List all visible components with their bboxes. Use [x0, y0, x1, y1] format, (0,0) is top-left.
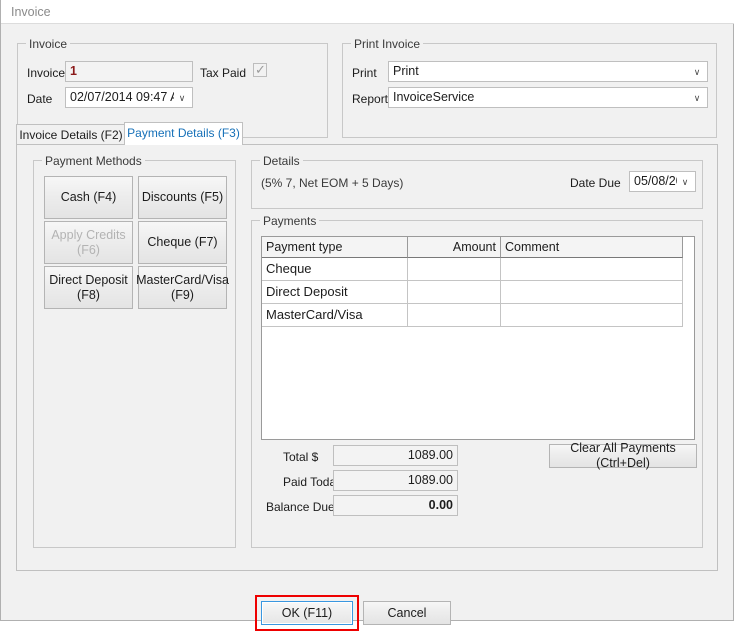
chevron-down-icon: ∨	[679, 172, 691, 192]
tax-paid-checkbox[interactable]: ✓	[253, 63, 267, 77]
payments-groupbox: Payments Payment type Amount Comment Ch	[251, 220, 703, 548]
tab-invoice-details[interactable]: Invoice Details (F2)	[16, 124, 126, 145]
date-due-label: Date Due	[570, 176, 621, 190]
print-invoice-groupbox-legend: Print Invoice	[351, 37, 423, 51]
tab-panel-payment-details: Payment Methods Cash (F4) Discounts (F5)…	[16, 144, 718, 571]
window-titlebar: Invoice	[1, 0, 734, 24]
dialog-client-area: Invoice Invoice 1 Tax Paid ✓ Date 02/07/…	[2, 25, 732, 619]
paid-today-field: 1089.00	[333, 470, 458, 491]
payment-methods-groupbox: Payment Methods Cash (F4) Discounts (F5)…	[33, 160, 236, 548]
print-label: Print	[352, 66, 377, 80]
details-groupbox: Details (5% 7, Net EOM + 5 Days) Date Du…	[251, 160, 703, 209]
chevron-down-icon: ∨	[691, 88, 703, 108]
invoice-window: Invoice Invoice Invoice 1 Tax Paid ✓ Dat…	[0, 0, 734, 621]
date-due-picker[interactable]: 05/08/2014 ∨	[629, 171, 696, 192]
balance-due-field: 0.00	[333, 495, 458, 516]
invoice-number-field[interactable]: 1	[65, 61, 193, 82]
cell-payment-type[interactable]: Direct Deposit	[262, 281, 408, 304]
invoice-date-label: Date	[27, 92, 52, 106]
details-groupbox-legend: Details	[260, 154, 303, 168]
cell-payment-type[interactable]: MasterCard/Visa	[262, 304, 408, 327]
tab-payment-details[interactable]: Payment Details (F3)	[124, 122, 243, 145]
discounts-button[interactable]: Discounts (F5)	[138, 176, 227, 219]
grid-header-filler	[683, 237, 695, 258]
cheque-button[interactable]: Cheque (F7)	[138, 221, 227, 264]
tab-control: Invoice Details (F2) Payment Details (F3…	[16, 122, 718, 571]
total-field: 1089.00	[333, 445, 458, 466]
ok-button[interactable]: OK (F11)	[261, 601, 353, 625]
cash-button[interactable]: Cash (F4)	[44, 176, 133, 219]
window-title: Invoice	[11, 5, 51, 19]
invoice-date-picker[interactable]: 02/07/2014 09:47 AM ∨	[65, 87, 193, 108]
column-header-amount[interactable]: Amount	[408, 237, 501, 258]
table-row[interactable]: Cheque	[262, 258, 694, 281]
payments-groupbox-legend: Payments	[260, 214, 319, 228]
cell-comment[interactable]	[501, 258, 683, 281]
mastercard-visa-button[interactable]: MasterCard/Visa (F9)	[138, 266, 227, 309]
payment-terms-text: (5% 7, Net EOM + 5 Days)	[261, 176, 403, 190]
date-due-value: 05/08/2014	[634, 172, 677, 191]
report-select[interactable]: InvoiceService ∨	[388, 87, 708, 108]
direct-deposit-button[interactable]: Direct Deposit (F8)	[44, 266, 133, 309]
chevron-down-icon: ∨	[691, 62, 703, 82]
print-destination-select[interactable]: Print ∨	[388, 61, 708, 82]
clear-all-payments-button[interactable]: Clear All Payments (Ctrl+Del)	[549, 444, 697, 468]
report-label: Report	[352, 92, 388, 106]
checkmark-icon: ✓	[255, 61, 266, 79]
balance-due-label: Balance Due	[266, 500, 335, 514]
cancel-button[interactable]: Cancel	[363, 601, 451, 625]
invoice-number-label: Invoice	[27, 66, 65, 80]
payments-grid[interactable]: Payment type Amount Comment Cheque	[261, 236, 695, 440]
apply-credits-button: Apply Credits (F6)	[44, 221, 133, 264]
invoice-groupbox-legend: Invoice	[26, 37, 70, 51]
cell-payment-type[interactable]: Cheque	[262, 258, 408, 281]
chevron-down-icon: ∨	[176, 88, 188, 108]
tab-invoice-details-label: Invoice Details (F2)	[19, 128, 122, 142]
table-row[interactable]: Direct Deposit	[262, 281, 694, 304]
cell-comment[interactable]	[501, 281, 683, 304]
tax-paid-label: Tax Paid	[200, 66, 246, 80]
tab-payment-details-label: Payment Details (F3)	[127, 126, 240, 140]
payment-methods-groupbox-legend: Payment Methods	[42, 154, 145, 168]
column-header-comment[interactable]: Comment	[501, 237, 683, 258]
cell-amount[interactable]	[408, 304, 501, 327]
print-destination-value: Print	[393, 62, 689, 81]
payments-grid-header: Payment type Amount Comment	[262, 237, 694, 258]
cell-comment[interactable]	[501, 304, 683, 327]
total-label: Total $	[283, 450, 318, 464]
invoice-date-value: 02/07/2014 09:47 AM	[70, 88, 174, 107]
report-value: InvoiceService	[393, 88, 689, 107]
cell-amount[interactable]	[408, 258, 501, 281]
table-row[interactable]: MasterCard/Visa	[262, 304, 694, 327]
cell-amount[interactable]	[408, 281, 501, 304]
column-header-payment-type[interactable]: Payment type	[262, 237, 408, 258]
